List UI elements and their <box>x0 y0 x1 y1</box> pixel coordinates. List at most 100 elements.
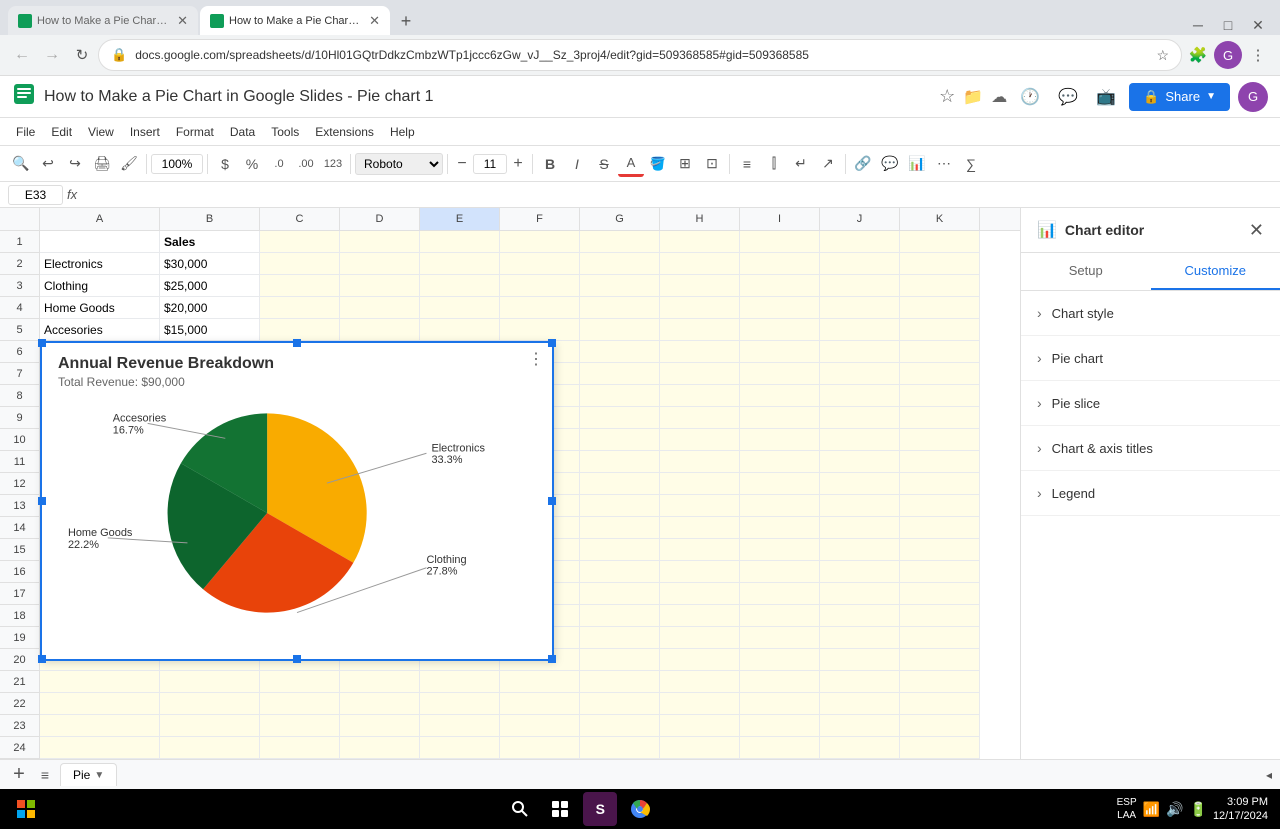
cell-H18[interactable] <box>660 605 740 627</box>
cell-H22[interactable] <box>660 693 740 715</box>
insert-comment-btn[interactable]: 💬 <box>877 151 903 177</box>
col-header-F[interactable]: F <box>500 208 580 230</box>
doc-title[interactable]: How to Make a Pie Chart in Google Slides… <box>44 88 931 106</box>
cell-J8[interactable] <box>820 385 900 407</box>
borders-btn[interactable]: ⊞ <box>672 151 698 177</box>
cell-K12[interactable] <box>900 473 980 495</box>
col-header-G[interactable]: G <box>580 208 660 230</box>
forward-button[interactable]: → <box>38 41 66 69</box>
folder-icon[interactable]: 📁 <box>963 87 983 107</box>
row-header-2[interactable]: 2 <box>0 253 40 275</box>
row-header-24[interactable]: 24 <box>0 737 40 759</box>
cell-I24[interactable] <box>740 737 820 759</box>
row-header-16[interactable]: 16 <box>0 561 40 583</box>
cell-I17[interactable] <box>740 583 820 605</box>
cell-C22[interactable] <box>260 693 340 715</box>
cell-J24[interactable] <box>820 737 900 759</box>
col-header-A[interactable]: A <box>40 208 160 230</box>
cell-I2[interactable] <box>740 253 820 275</box>
cell-G23[interactable] <box>580 715 660 737</box>
col-header-D[interactable]: D <box>340 208 420 230</box>
cloud-icon[interactable]: ☁ <box>991 87 1007 107</box>
chart-menu-button[interactable]: ⋮ <box>528 349 544 369</box>
cell-H19[interactable] <box>660 627 740 649</box>
cell-K7[interactable] <box>900 363 980 385</box>
cell-I10[interactable] <box>740 429 820 451</box>
cell-G5[interactable] <box>580 319 660 341</box>
menu-edit[interactable]: Edit <box>43 122 80 142</box>
cell-J1[interactable] <box>820 231 900 253</box>
cell-K24[interactable] <box>900 737 980 759</box>
undo-btn[interactable]: ↩ <box>35 151 61 177</box>
cell-G7[interactable] <box>580 363 660 385</box>
row-header-23[interactable]: 23 <box>0 715 40 737</box>
cell-K3[interactable] <box>900 275 980 297</box>
section-pie-chart[interactable]: › Pie chart <box>1021 336 1280 381</box>
cell-K2[interactable] <box>900 253 980 275</box>
cell-G6[interactable] <box>580 341 660 363</box>
cell-E5[interactable] <box>420 319 500 341</box>
cell-H20[interactable] <box>660 649 740 671</box>
sheet-tab-dropdown-icon[interactable]: ▼ <box>94 770 104 781</box>
row-header-12[interactable]: 12 <box>0 473 40 495</box>
cell-K14[interactable] <box>900 517 980 539</box>
cell-A21[interactable] <box>40 671 160 693</box>
cell-G17[interactable] <box>580 583 660 605</box>
extensions-icon[interactable]: 🧩 <box>1184 41 1212 69</box>
cell-H12[interactable] <box>660 473 740 495</box>
row-header-7[interactable]: 7 <box>0 363 40 385</box>
menu-file[interactable]: File <box>8 122 43 142</box>
cell-G8[interactable] <box>580 385 660 407</box>
cell-I20[interactable] <box>740 649 820 671</box>
chart-resize-bl[interactable] <box>38 655 46 663</box>
italic-btn[interactable]: I <box>564 151 590 177</box>
row-header-5[interactable]: 5 <box>0 319 40 341</box>
taskbar-battery-icon[interactable]: 🔋 <box>1190 801 1207 818</box>
cell-D1[interactable] <box>340 231 420 253</box>
cell-H21[interactable] <box>660 671 740 693</box>
cell-I18[interactable] <box>740 605 820 627</box>
cell-G3[interactable] <box>580 275 660 297</box>
cell-H24[interactable] <box>660 737 740 759</box>
row-header-19[interactable]: 19 <box>0 627 40 649</box>
starred-icon[interactable]: ☆ <box>939 86 955 107</box>
cell-B21[interactable] <box>160 671 260 693</box>
cell-J18[interactable] <box>820 605 900 627</box>
cell-J6[interactable] <box>820 341 900 363</box>
cell-F22[interactable] <box>500 693 580 715</box>
font-dec-btn[interactable]: − <box>452 151 472 177</box>
cell-J20[interactable] <box>820 649 900 671</box>
chart-editor-close[interactable]: ✕ <box>1249 221 1264 239</box>
cell-F3[interactable] <box>500 275 580 297</box>
taskbar-sound-icon[interactable]: 🔊 <box>1166 801 1183 818</box>
chart-resize-tm[interactable] <box>293 339 301 347</box>
cell-F1[interactable] <box>500 231 580 253</box>
chrome-menu[interactable]: ⋮ <box>1244 41 1272 69</box>
cell-B5[interactable]: $15,000 <box>160 319 260 341</box>
font-select[interactable]: Roboto <box>355 153 443 175</box>
row-header-13[interactable]: 13 <box>0 495 40 517</box>
row-header-21[interactable]: 21 <box>0 671 40 693</box>
row-header-4[interactable]: 4 <box>0 297 40 319</box>
cell-K23[interactable] <box>900 715 980 737</box>
col-header-C[interactable]: C <box>260 208 340 230</box>
chart-resize-tr[interactable] <box>548 339 556 347</box>
cell-A3[interactable]: Clothing <box>40 275 160 297</box>
cell-G12[interactable] <box>580 473 660 495</box>
decimal-dec-btn[interactable]: .0 <box>266 151 292 177</box>
cell-G10[interactable] <box>580 429 660 451</box>
cell-D4[interactable] <box>340 297 420 319</box>
cell-K10[interactable] <box>900 429 980 451</box>
cell-K21[interactable] <box>900 671 980 693</box>
cell-C4[interactable] <box>260 297 340 319</box>
section-chart-style[interactable]: › Chart style <box>1021 291 1280 336</box>
cell-J3[interactable] <box>820 275 900 297</box>
row-header-3[interactable]: 3 <box>0 275 40 297</box>
window-minimize[interactable]: ─ <box>1184 15 1212 35</box>
cell-K18[interactable] <box>900 605 980 627</box>
cell-G20[interactable] <box>580 649 660 671</box>
cell-I14[interactable] <box>740 517 820 539</box>
cell-K8[interactable] <box>900 385 980 407</box>
cell-K22[interactable] <box>900 693 980 715</box>
cell-G14[interactable] <box>580 517 660 539</box>
